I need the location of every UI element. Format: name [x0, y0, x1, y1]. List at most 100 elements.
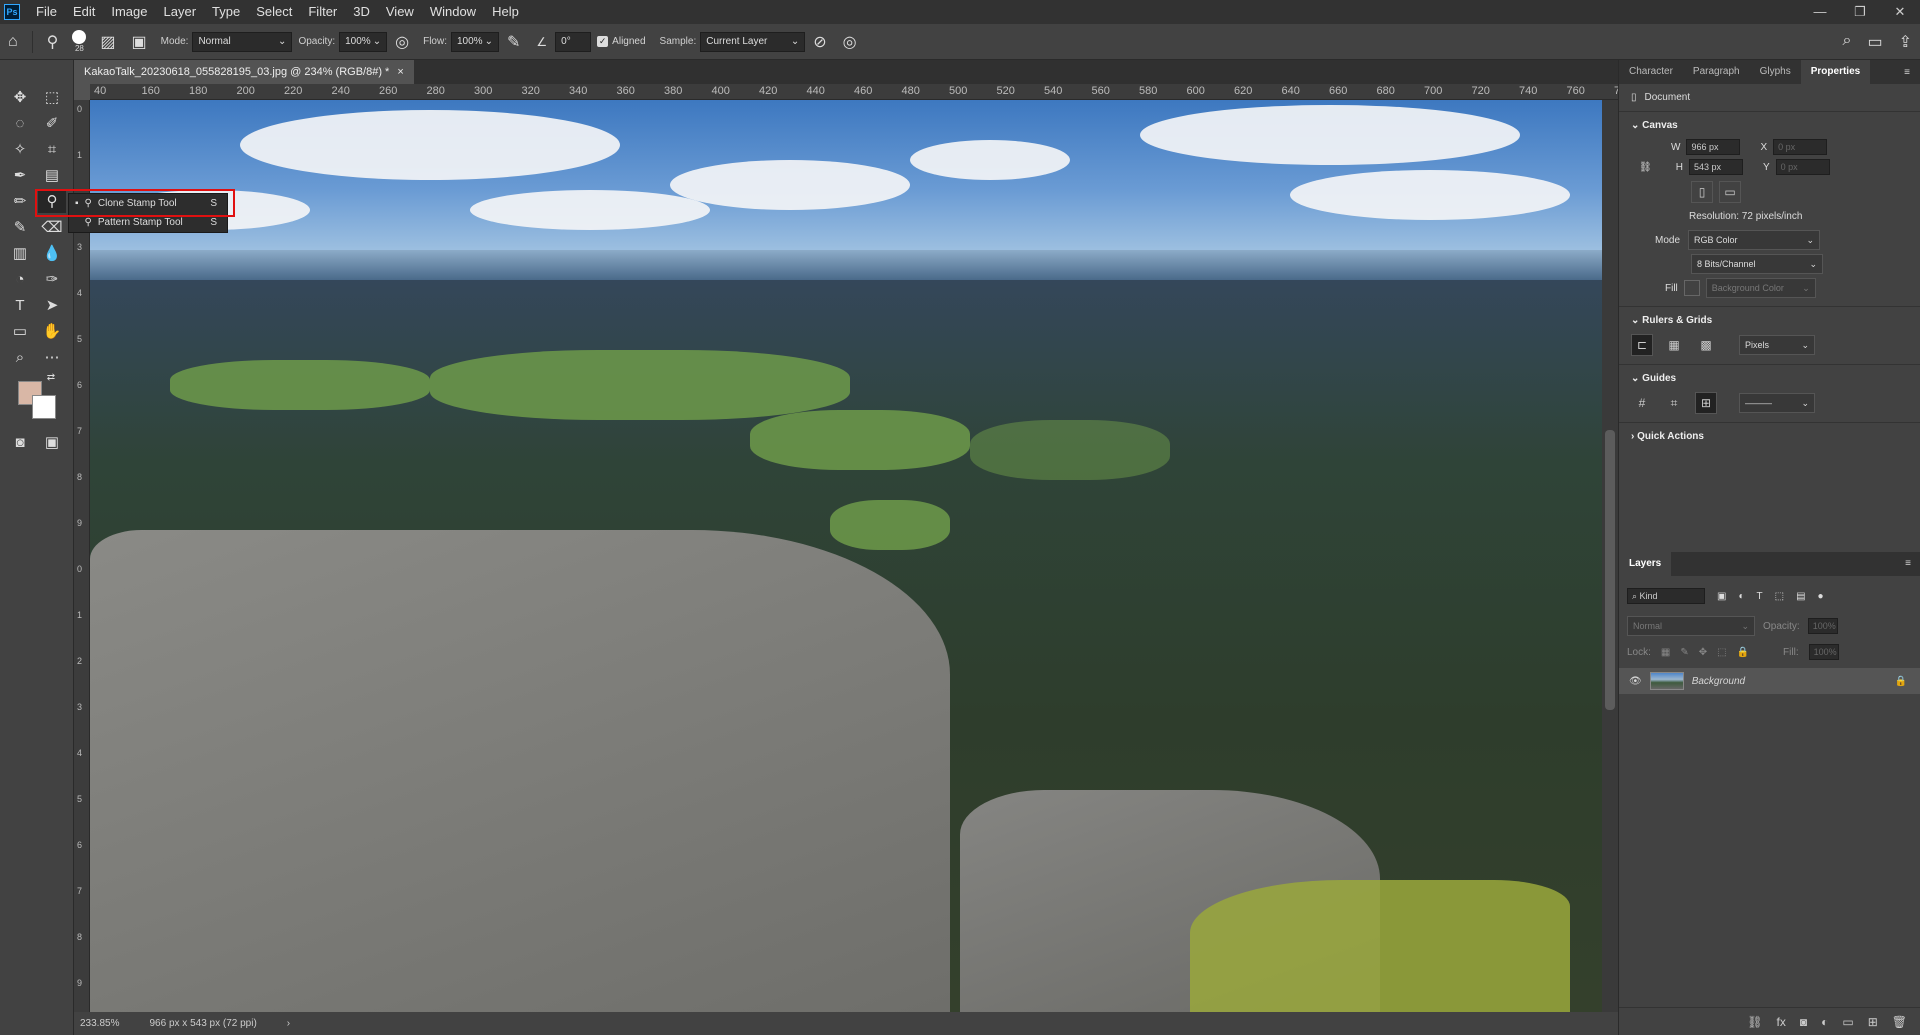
- pressure-opacity-icon[interactable]: ◎: [395, 32, 409, 52]
- tab-properties[interactable]: Properties: [1800, 60, 1871, 84]
- canvas-section-title[interactable]: ⌄ Canvas: [1619, 111, 1920, 137]
- dodge-tool-icon[interactable]: ◔: [6, 267, 34, 291]
- fill-select[interactable]: Background Color ⌄: [1705, 278, 1816, 298]
- layer-opacity-input[interactable]: 100%: [1807, 618, 1838, 634]
- x-input[interactable]: 0 px: [1773, 139, 1828, 155]
- menu-select[interactable]: Select: [248, 0, 300, 24]
- lock-icon[interactable]: 🔒: [1895, 676, 1907, 687]
- smart-object-filter-icon[interactable]: ▤: [1796, 591, 1805, 602]
- sample-select[interactable]: Current Layer ⌄: [700, 31, 806, 52]
- background-color-swatch[interactable]: [32, 395, 56, 419]
- lock-transparent-icon[interactable]: ▦: [1661, 647, 1670, 658]
- bit-depth-select[interactable]: 8 Bits/Channel ⌄: [1691, 254, 1823, 274]
- share-icon[interactable]: ⇪: [1899, 32, 1912, 52]
- menu-type[interactable]: Type: [204, 0, 248, 24]
- zoom-level[interactable]: 233.85%: [80, 1018, 119, 1029]
- scroll-thumb[interactable]: [1605, 430, 1615, 710]
- magic-wand-tool-icon[interactable]: ✧: [6, 137, 34, 161]
- quick-actions-section-title[interactable]: › Quick Actions: [1619, 422, 1920, 448]
- menu-layer[interactable]: Layer: [156, 0, 205, 24]
- opacity-input[interactable]: 100% ⌄: [339, 31, 388, 52]
- eyedropper-tool-icon[interactable]: ✒: [6, 163, 34, 187]
- brush-settings-icon[interactable]: ▨: [100, 32, 115, 52]
- marquee-tool-icon[interactable]: ⬚: [38, 85, 66, 109]
- healing-brush-tool-icon[interactable]: ▤: [38, 163, 66, 187]
- crop-tool-icon[interactable]: ⌗: [38, 137, 66, 161]
- blend-mode-select[interactable]: Normal ⌄: [1627, 616, 1755, 636]
- airbrush-icon[interactable]: ✎: [507, 32, 520, 52]
- guides-section-title[interactable]: ⌄ Guides: [1619, 364, 1920, 390]
- units-select[interactable]: Pixels ⌄: [1739, 335, 1815, 355]
- clone-stamp-tool-icon[interactable]: ⚲: [38, 189, 66, 213]
- link-layers-icon[interactable]: ⛓: [1747, 1015, 1762, 1029]
- menu-filter[interactable]: Filter: [300, 0, 345, 24]
- layers-menu-icon[interactable]: ≡: [1905, 558, 1911, 569]
- clone-stamp-preset-icon[interactable]: ⚲: [47, 32, 59, 52]
- clone-source-icon[interactable]: ▣: [132, 32, 147, 52]
- menu-window[interactable]: Window: [422, 0, 484, 24]
- restore-button[interactable]: ❐: [1840, 0, 1880, 24]
- angle-input[interactable]: 0°: [555, 31, 592, 52]
- brush-tool-icon[interactable]: ✏: [6, 189, 34, 213]
- width-input[interactable]: 966 px: [1686, 139, 1741, 155]
- type-filter-icon[interactable]: T: [1757, 591, 1763, 602]
- chevron-right-icon[interactable]: ›: [287, 1018, 290, 1029]
- type-tool-icon[interactable]: T: [6, 293, 34, 317]
- filter-toggle-icon[interactable]: ●: [1818, 591, 1824, 602]
- fx-icon[interactable]: fx: [1777, 1015, 1786, 1029]
- zoom-tool-icon[interactable]: ⌕: [6, 345, 34, 369]
- pen-tool-icon[interactable]: ✑: [38, 267, 66, 291]
- blur-tool-icon[interactable]: 💧: [38, 241, 66, 265]
- home-icon[interactable]: ⌂: [8, 33, 18, 51]
- visibility-eye-icon[interactable]: 👁: [1629, 676, 1642, 687]
- history-brush-tool-icon[interactable]: ✎: [6, 215, 34, 239]
- grid-icon[interactable]: ▦: [1663, 334, 1685, 356]
- more-tools-icon[interactable]: ⋯: [38, 345, 66, 369]
- document-tab[interactable]: KakaoTalk_20230618_055828195_03.jpg @ 23…: [74, 60, 414, 84]
- rectangle-tool-icon[interactable]: ▭: [6, 319, 34, 343]
- rulers-grids-section-title[interactable]: ⌄ Rulers & Grids: [1619, 306, 1920, 332]
- add-mask-icon[interactable]: ◙: [1800, 1015, 1807, 1029]
- menu-edit[interactable]: Edit: [65, 0, 103, 24]
- lasso-tool-icon[interactable]: ◌: [6, 111, 34, 135]
- fill-swatch[interactable]: [1683, 280, 1700, 296]
- move-tool-icon[interactable]: ✥: [6, 85, 34, 109]
- lock-artboard-icon[interactable]: ⬚: [1717, 647, 1726, 658]
- link-icon[interactable]: ⛓: [1639, 162, 1652, 173]
- lock-all-icon[interactable]: 🔒: [1737, 647, 1749, 658]
- menu-image[interactable]: Image: [103, 0, 155, 24]
- eraser-tool-icon[interactable]: ⌫: [38, 215, 66, 239]
- panel-menu-icon[interactable]: ≡: [1904, 67, 1910, 78]
- mode-select[interactable]: Normal ⌄: [192, 31, 293, 52]
- tab-paragraph[interactable]: Paragraph: [1683, 60, 1750, 84]
- height-input[interactable]: 543 px: [1688, 159, 1743, 175]
- portrait-icon[interactable]: ▯: [1691, 181, 1713, 203]
- minimize-button[interactable]: —: [1800, 0, 1840, 24]
- ignore-adjustment-layers-icon[interactable]: ⊘: [813, 32, 826, 52]
- gradient-tool-icon[interactable]: ▥: [6, 241, 34, 265]
- pixel-filter-icon[interactable]: ▣: [1717, 591, 1726, 602]
- search-icon[interactable]: ⌕: [1843, 32, 1852, 52]
- menu-file[interactable]: File: [28, 0, 65, 24]
- vertical-scrollbar[interactable]: [1602, 100, 1618, 1012]
- close-tab-icon[interactable]: ×: [397, 60, 403, 84]
- pressure-size-icon[interactable]: ◎: [843, 32, 857, 52]
- quick-mask-icon[interactable]: ◙: [6, 430, 34, 454]
- pattern-stamp-menu-item[interactable]: ▪ ⚲ Pattern Stamp Tool S: [69, 213, 227, 232]
- workspace-icon[interactable]: ▭: [1867, 32, 1882, 52]
- delete-layer-icon[interactable]: 🗑: [1892, 1015, 1907, 1029]
- screen-mode-icon[interactable]: ▣: [38, 430, 66, 454]
- shape-filter-icon[interactable]: ⬚: [1775, 591, 1784, 602]
- guide-style-select[interactable]: ——— ⌄: [1739, 393, 1815, 413]
- adjustment-filter-icon[interactable]: ◐: [1738, 591, 1744, 602]
- y-input[interactable]: 0 px: [1775, 159, 1830, 175]
- close-button[interactable]: ✕: [1880, 0, 1920, 24]
- swap-colors-icon[interactable]: ⇄: [44, 370, 58, 384]
- lock-position-icon[interactable]: ✥: [1699, 647, 1707, 658]
- color-mode-select[interactable]: RGB Color ⌄: [1688, 230, 1821, 250]
- lock-image-icon[interactable]: ✎: [1680, 647, 1688, 658]
- menu-3d[interactable]: 3D: [345, 0, 378, 24]
- guides-from-shape-icon[interactable]: ⊞: [1695, 392, 1717, 414]
- new-guide-icon[interactable]: ⌗: [1663, 392, 1685, 414]
- guide-layout-icon[interactable]: #: [1631, 392, 1653, 414]
